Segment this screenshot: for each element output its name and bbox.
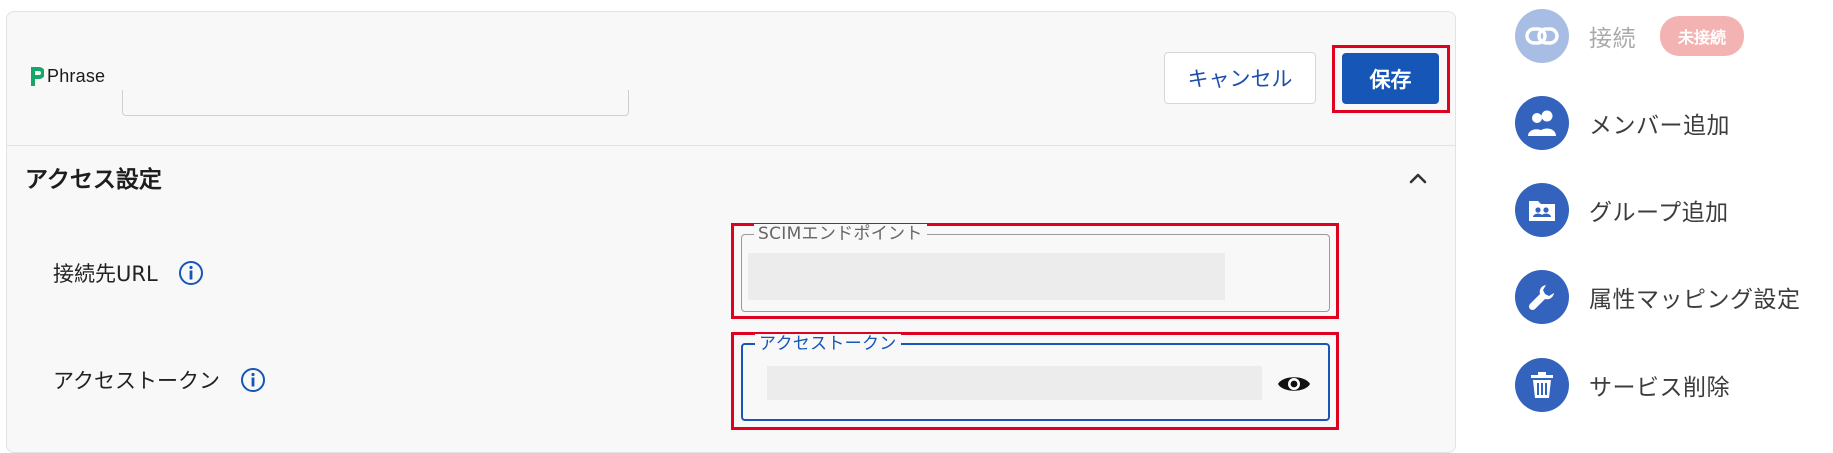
info-icon[interactable] xyxy=(178,260,204,286)
cancel-button[interactable]: キャンセル xyxy=(1164,52,1316,104)
info-icon[interactable] xyxy=(240,367,266,393)
group-folder-icon xyxy=(1515,183,1569,237)
sidebar-item-add-member[interactable]: メンバー追加 xyxy=(1515,96,1730,150)
token-value-redacted xyxy=(767,366,1262,400)
sidebar-item-label: メンバー追加 xyxy=(1589,113,1730,139)
sidebar-item-label: 属性マッピング設定 xyxy=(1589,287,1801,313)
chevron-up-icon[interactable] xyxy=(1405,168,1431,188)
sidebar-item-add-group[interactable]: グループ追加 xyxy=(1515,183,1729,237)
endpoint-label: 接続先URL xyxy=(53,262,158,286)
sidebar-item-attribute-mapping[interactable]: 属性マッピング設定 xyxy=(1515,270,1801,324)
access-token-field[interactable]: アクセストークン xyxy=(741,334,1330,421)
trash-icon xyxy=(1515,358,1569,412)
sidebar-item-label: サービス削除 xyxy=(1589,375,1730,401)
phrase-logo-icon xyxy=(31,67,44,86)
panel-header: Phrase キャンセル 保存 xyxy=(7,12,1455,146)
status-badge: 未接続 xyxy=(1660,16,1745,56)
endpoint-legend: SCIMエンドポイント xyxy=(754,224,927,244)
wrench-icon xyxy=(1515,270,1569,324)
phrase-logo: Phrase xyxy=(30,65,105,87)
sidebar-item-label: グループ追加 xyxy=(1589,200,1729,226)
token-legend: アクセストークン xyxy=(755,334,901,354)
token-label: アクセストークン xyxy=(53,369,220,393)
endpoint-value-redacted xyxy=(748,253,1225,300)
sidebar-item-delete-service[interactable]: サービス削除 xyxy=(1515,358,1730,412)
users-icon xyxy=(1515,96,1569,150)
token-row-label: アクセストークン xyxy=(53,365,266,395)
sidebar-item-connect[interactable]: 接続 未接続 xyxy=(1515,9,1745,63)
logo-text: Phrase xyxy=(47,65,106,86)
save-button[interactable]: 保存 xyxy=(1342,53,1439,104)
section-title: アクセス設定 xyxy=(25,167,162,193)
previous-field-input[interactable] xyxy=(122,90,629,116)
link-icon xyxy=(1515,9,1569,63)
eye-icon[interactable] xyxy=(1277,373,1311,395)
scim-endpoint-field[interactable]: SCIMエンドポイント xyxy=(741,224,1330,312)
endpoint-row-label: 接続先URL xyxy=(53,258,204,288)
sidebar-item-label: 接続 xyxy=(1589,26,1636,52)
